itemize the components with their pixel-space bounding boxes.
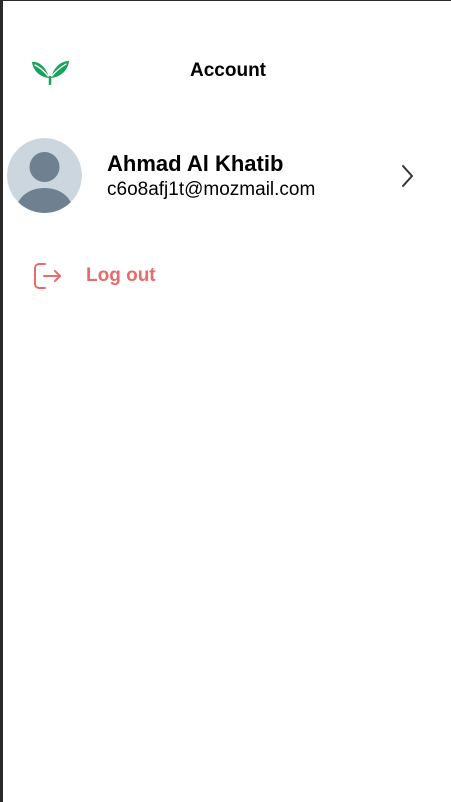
chevron-right-icon[interactable]: [399, 162, 417, 190]
logout-label: Log out: [86, 265, 156, 286]
leaf-sprout-icon[interactable]: [31, 56, 70, 86]
user-name: Ahmad Al Khatib: [107, 151, 284, 176]
default-avatar-icon: [7, 138, 82, 213]
logout-icon: [31, 260, 63, 292]
user-email: c6o8afj1t@mozmail.com: [107, 179, 316, 200]
app-header: Account: [0, 0, 451, 110]
page-title: Account: [190, 60, 266, 81]
window-edge-left: [0, 0, 3, 802]
logout-button[interactable]: Log out: [31, 258, 231, 294]
profile-row[interactable]: Ahmad Al Khatib c6o8afj1t@mozmail.com: [3, 133, 451, 221]
